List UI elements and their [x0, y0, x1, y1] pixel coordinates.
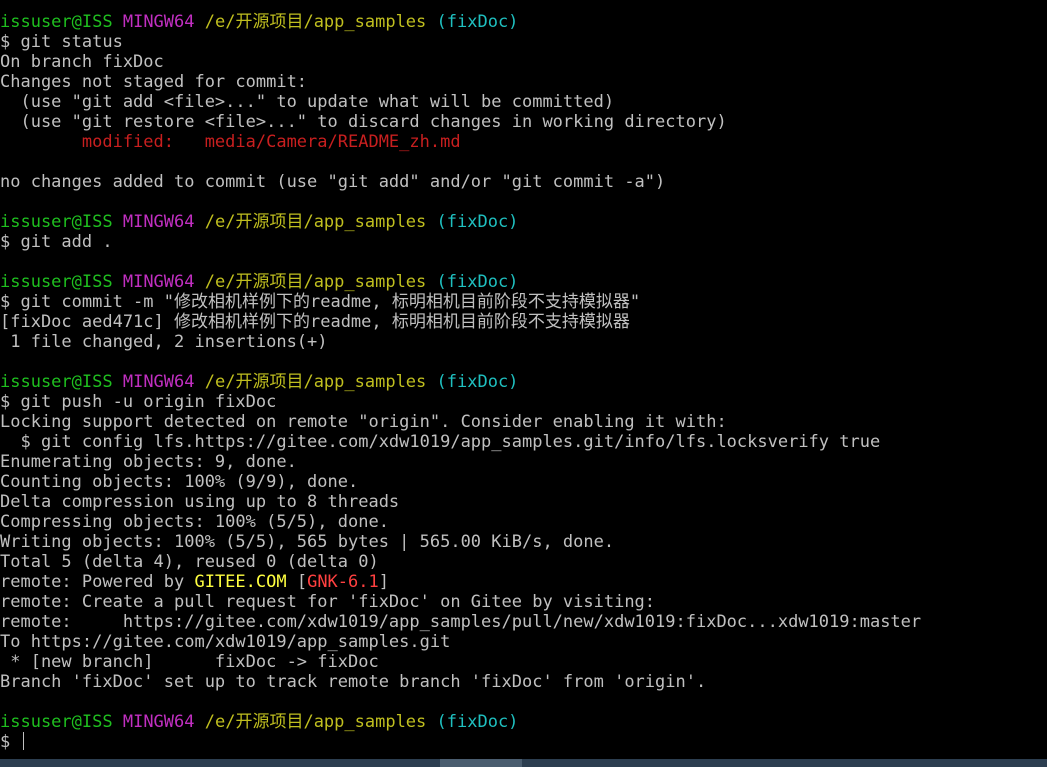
output-line: $ git config lfs.https://gitee.com/xdw10…: [0, 432, 1047, 452]
output-line: $ git status: [0, 32, 1047, 52]
prompt-branch: (fixDoc): [436, 272, 519, 292]
output-line: (use "git add <file>..." to update what …: [0, 92, 1047, 112]
output-line: (use "git restore <file>..." to discard …: [0, 112, 1047, 132]
prompt-path: /e/开源项目/app_samples: [204, 212, 427, 232]
output-text: Changes not staged for commit:: [0, 72, 308, 92]
prompt-line: issuser@ISS MINGW64 /e/开源项目/app_samples …: [0, 372, 1047, 392]
output-line: 1 file changed, 2 insertions(+): [0, 332, 1047, 352]
command-input-line[interactable]: $: [0, 732, 1047, 752]
output-text: Total 5 (delta 4), reused 0 (delta 0): [0, 552, 379, 572]
prompt-user-host: issuser@ISS: [0, 212, 113, 232]
output-text: [fixDoc aed471c] 修改相机样例下的readme, 标明相机目前阶…: [0, 312, 630, 332]
prompt-user-host: issuser@ISS: [0, 712, 113, 732]
output-line: Delta compression using up to 8 threads: [0, 492, 1047, 512]
output-line: remote: Powered by GITEE.COM [GNK-6.1]: [0, 572, 1047, 592]
output-text: Delta compression using up to 8 threads: [0, 492, 400, 512]
output-text: Writing objects: 100% (5/5), 565 bytes |…: [0, 532, 615, 552]
output-line: Locking support detected on remote "orig…: [0, 412, 1047, 432]
output-line: Changes not staged for commit:: [0, 72, 1047, 92]
prompt-line: issuser@ISS MINGW64 /e/开源项目/app_samples …: [0, 12, 1047, 32]
output-text: (use "git add <file>..." to update what …: [0, 92, 615, 112]
prompt-path: /e/开源项目/app_samples: [204, 12, 427, 32]
scrollbar-thumb[interactable]: [440, 759, 522, 767]
output-text: Enumerating objects: 9, done.: [0, 452, 297, 472]
prompt-branch: (fixDoc): [436, 12, 519, 32]
output-text: Branch 'fixDoc' set up to track remote b…: [0, 672, 707, 692]
prompt-user-host: issuser@ISS: [0, 12, 113, 32]
terminal-output[interactable]: issuser@ISS MINGW64 /e/开源项目/app_samples …: [0, 12, 1047, 752]
output-text: Locking support detected on remote "orig…: [0, 412, 727, 432]
output-text: $ git push -u origin fixDoc: [0, 392, 277, 412]
output-text: no changes added to commit (use "git add…: [0, 172, 666, 192]
output-line: Writing objects: 100% (5/5), 565 bytes |…: [0, 532, 1047, 552]
prompt-user-host: issuser@ISS: [0, 372, 113, 392]
text-cursor: [23, 732, 25, 750]
output-text: Counting objects: 100% (9/9), done.: [0, 472, 359, 492]
output-line: no changes added to commit (use "git add…: [0, 172, 1047, 192]
prompt-path: /e/开源项目/app_samples: [204, 372, 427, 392]
prompt-line: issuser@ISS MINGW64 /e/开源项目/app_samples …: [0, 712, 1047, 732]
horizontal-scrollbar[interactable]: [0, 759, 1047, 767]
output-text: [: [286, 572, 308, 592]
output-line: $ git commit -m "修改相机样例下的readme, 标明相机目前阶…: [0, 292, 1047, 312]
output-text: modified: media/Camera/README_zh.md: [0, 132, 461, 152]
prompt-system: MINGW64: [122, 372, 195, 392]
prompt-system: MINGW64: [122, 712, 195, 732]
prompt-path: /e/开源项目/app_samples: [204, 272, 427, 292]
output-line: On branch fixDoc: [0, 52, 1047, 72]
output-line: $ git push -u origin fixDoc: [0, 392, 1047, 412]
output-text: $ git config lfs.https://gitee.com/xdw10…: [0, 432, 881, 452]
output-text: remote: https://gitee.com/xdw1019/app_sa…: [0, 612, 922, 632]
input-prompt-symbol: $: [0, 732, 21, 752]
output-text: (use "git restore <file>..." to discard …: [0, 112, 727, 132]
output-text: $ git add .: [0, 232, 113, 252]
output-text: $ git status: [0, 32, 123, 52]
output-text: Compressing objects: 100% (5/5), done.: [0, 512, 389, 532]
output-text: * [new branch] fixDoc -> fixDoc: [0, 652, 379, 672]
output-line: Counting objects: 100% (9/9), done.: [0, 472, 1047, 492]
output-text: On branch fixDoc: [0, 52, 164, 72]
output-text: To https://gitee.com/xdw1019/app_samples…: [0, 632, 451, 652]
output-line: modified: media/Camera/README_zh.md: [0, 132, 1047, 152]
output-line: Branch 'fixDoc' set up to track remote b…: [0, 672, 1047, 692]
output-text: $ git commit -m "修改相机样例下的readme, 标明相机目前阶…: [0, 292, 641, 312]
output-line: [fixDoc aed471c] 修改相机样例下的readme, 标明相机目前阶…: [0, 312, 1047, 332]
output-line: Enumerating objects: 9, done.: [0, 452, 1047, 472]
prompt-line: issuser@ISS MINGW64 /e/开源项目/app_samples …: [0, 212, 1047, 232]
output-line: remote: Create a pull request for 'fixDo…: [0, 592, 1047, 612]
output-text: GITEE.COM: [194, 572, 287, 592]
output-line: * [new branch] fixDoc -> fixDoc: [0, 652, 1047, 672]
output-text: ]: [378, 572, 389, 592]
prompt-user-host: issuser@ISS: [0, 272, 113, 292]
prompt-system: MINGW64: [122, 12, 195, 32]
prompt-branch: (fixDoc): [436, 712, 519, 732]
output-line: $ git add .: [0, 232, 1047, 252]
output-line: remote: https://gitee.com/xdw1019/app_sa…: [0, 612, 1047, 632]
prompt-system: MINGW64: [122, 272, 195, 292]
prompt-branch: (fixDoc): [436, 372, 519, 392]
output-text: remote: Create a pull request for 'fixDo…: [0, 592, 656, 612]
output-line: Total 5 (delta 4), reused 0 (delta 0): [0, 552, 1047, 572]
prompt-path: /e/开源项目/app_samples: [204, 712, 427, 732]
output-text: GNK-6.1: [307, 572, 379, 592]
prompt-line: issuser@ISS MINGW64 /e/开源项目/app_samples …: [0, 272, 1047, 292]
output-line: Compressing objects: 100% (5/5), done.: [0, 512, 1047, 532]
prompt-branch: (fixDoc): [436, 212, 519, 232]
output-line: To https://gitee.com/xdw1019/app_samples…: [0, 632, 1047, 652]
output-text: remote: Powered by: [0, 572, 195, 592]
prompt-system: MINGW64: [122, 212, 195, 232]
output-text: 1 file changed, 2 insertions(+): [0, 332, 328, 352]
